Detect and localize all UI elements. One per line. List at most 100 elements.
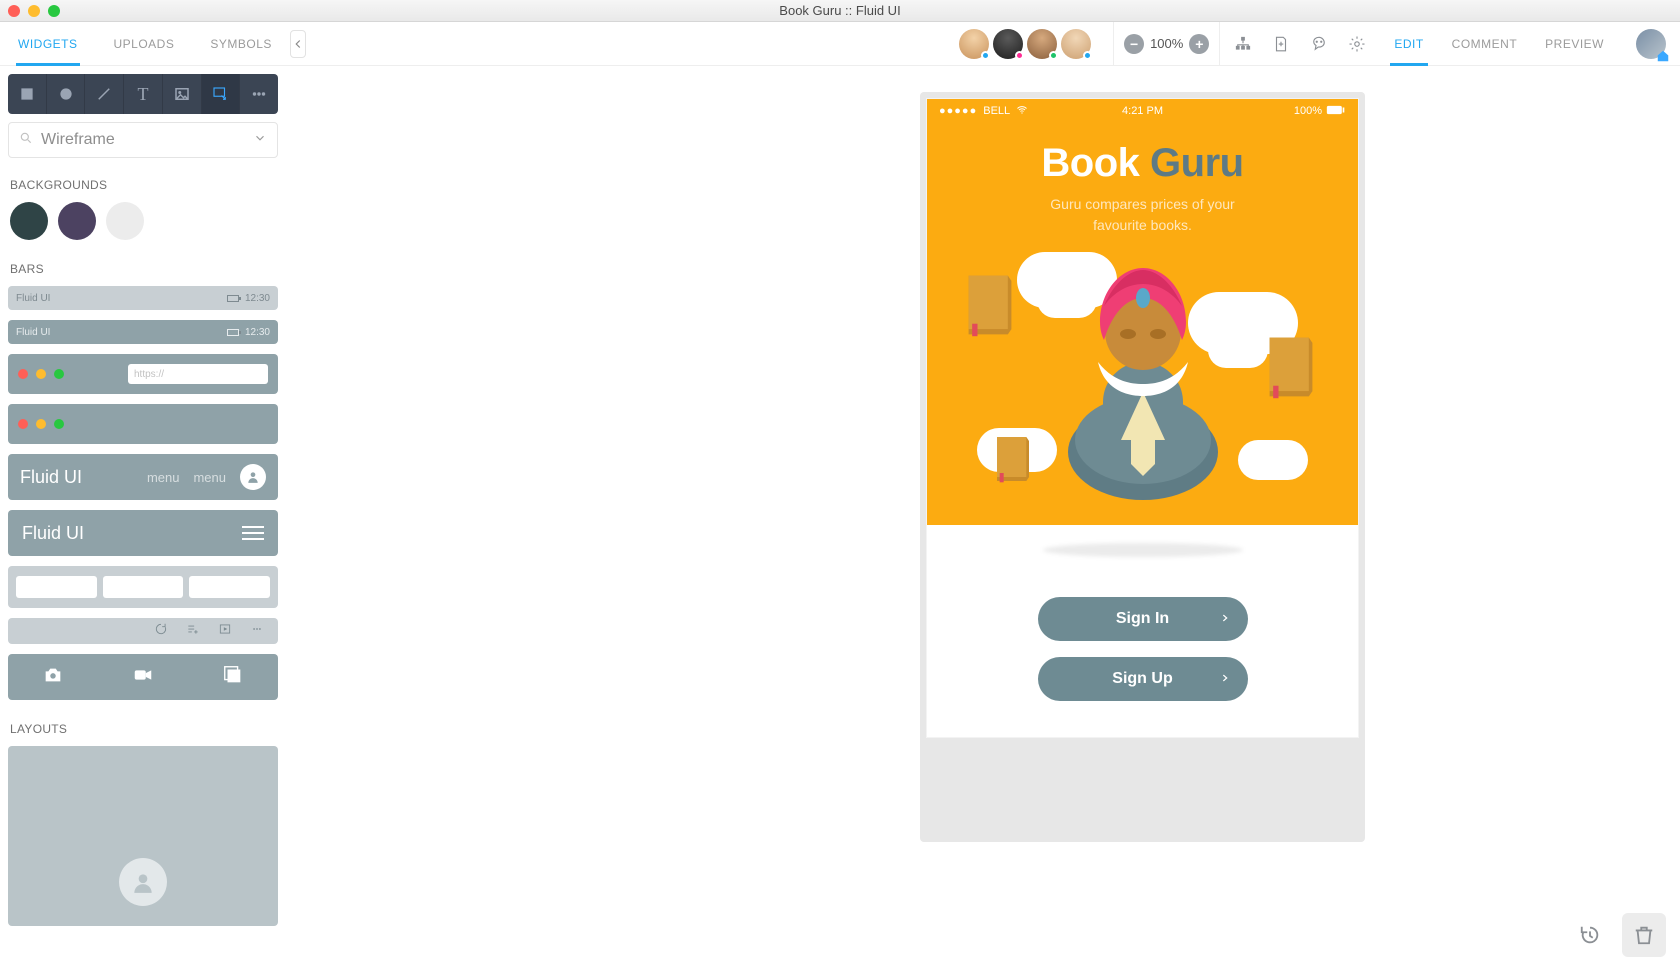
mode-tabs: EDIT COMMENT PREVIEW	[1380, 22, 1618, 65]
mode-comment[interactable]: COMMENT	[1438, 22, 1532, 65]
camera-icon	[42, 664, 64, 691]
collaborator-avatar[interactable]	[959, 29, 989, 59]
screen: ●●●●● BELL 4:21 PM 100% Book Guru Guru c…	[926, 98, 1359, 738]
library-value: Wireframe	[41, 131, 115, 149]
carrier-label: BELL	[983, 105, 1010, 117]
window-close-button[interactable]	[8, 5, 20, 17]
app-tagline: Guru compares prices of yourfavourite bo…	[927, 194, 1358, 236]
swatch-purple[interactable]	[58, 202, 96, 240]
user-icon	[240, 464, 266, 490]
chevron-right-icon	[1220, 610, 1230, 628]
sitemap-button[interactable]	[1228, 29, 1258, 59]
segment	[103, 576, 184, 598]
widget-layout-profile[interactable]	[8, 746, 278, 926]
signal-dots: ●●●●●	[939, 105, 977, 117]
statusbar-time: 12:30	[245, 327, 270, 338]
collaborator-avatar[interactable]	[1027, 29, 1057, 59]
signup-button[interactable]: Sign Up	[1038, 657, 1248, 701]
book-icon	[963, 272, 1017, 338]
book-icon	[993, 434, 1033, 484]
tab-symbols[interactable]: SYMBOLS	[192, 22, 290, 65]
mode-preview[interactable]: PREVIEW	[1531, 22, 1618, 65]
zoom-out-button[interactable]: −	[1124, 34, 1144, 54]
history-button[interactable]	[1568, 913, 1612, 957]
tab-uploads[interactable]: UPLOADS	[96, 22, 193, 65]
hero-panel[interactable]: ●●●●● BELL 4:21 PM 100% Book Guru Guru c…	[927, 99, 1358, 525]
widget-statusbar-light[interactable]: Fluid UI 12:30	[8, 286, 278, 310]
dot-red-icon	[18, 369, 28, 379]
new-page-button[interactable]	[1266, 29, 1296, 59]
section-backgrounds-title: BACKGROUNDS	[10, 178, 276, 192]
statusbar-time: 12:30	[245, 293, 270, 304]
home-icon	[1656, 49, 1670, 63]
more-tools[interactable]	[240, 74, 278, 114]
section-layouts-title: LAYOUTS	[10, 722, 276, 736]
circle-tool[interactable]	[47, 74, 86, 114]
swatch-dark-teal[interactable]	[10, 202, 48, 240]
trash-button[interactable]	[1622, 913, 1666, 957]
window-title: Book Guru :: Fluid UI	[0, 3, 1680, 18]
drop-shadow	[1043, 543, 1243, 557]
ios-statusbar: ●●●●● BELL 4:21 PM 100%	[927, 99, 1358, 123]
shape-tool-row: T	[8, 74, 278, 114]
collaborator-avatar[interactable]	[993, 29, 1023, 59]
app-title: Book Guru	[927, 141, 1358, 186]
address-field: https://	[128, 364, 268, 384]
signin-button[interactable]: Sign In	[1038, 597, 1248, 641]
gallery-icon	[222, 664, 244, 691]
refresh-icon	[154, 622, 168, 641]
widget-menubar[interactable]: Fluid UI menu menu	[8, 454, 278, 500]
dot-green-icon	[54, 419, 64, 429]
statusbar-label: Fluid UI	[16, 327, 50, 338]
collaborator-avatar[interactable]	[1061, 29, 1091, 59]
library-selector[interactable]: Wireframe	[8, 122, 278, 158]
collapse-panel-button[interactable]	[290, 30, 306, 58]
widget-browserbar-addr[interactable]: https://	[8, 354, 278, 394]
window-minimize-button[interactable]	[28, 5, 40, 17]
account-avatar[interactable]	[1636, 29, 1666, 59]
menubar-brand: Fluid UI	[20, 467, 82, 488]
select-tool[interactable]	[202, 74, 241, 114]
widget-mediabar[interactable]	[8, 654, 278, 700]
widget-hamburger-bar[interactable]: Fluid UI	[8, 510, 278, 556]
device-frame[interactable]: ●●●●● BELL 4:21 PM 100% Book Guru Guru c…	[920, 92, 1365, 842]
widget-panel: WIDGETS UPLOADS SYMBOLS T Wireframe BACK…	[0, 22, 286, 971]
swatch-light[interactable]	[106, 202, 144, 240]
signup-label: Sign Up	[1112, 670, 1172, 688]
share-button[interactable]	[1304, 29, 1334, 59]
dot-yellow-icon	[36, 369, 46, 379]
text-tool[interactable]: T	[124, 74, 163, 114]
list-add-icon	[186, 622, 200, 641]
section-bars-title: BARS	[10, 262, 276, 276]
zoom-in-button[interactable]: +	[1189, 34, 1209, 54]
menubar-item: menu	[147, 470, 180, 485]
segment	[16, 576, 97, 598]
widget-browserbar[interactable]	[8, 404, 278, 444]
mode-edit[interactable]: EDIT	[1380, 22, 1437, 65]
collaborator-avatars	[959, 29, 1091, 59]
mac-titlebar: Book Guru :: Fluid UI	[0, 0, 1680, 22]
widget-statusbar-dark[interactable]: Fluid UI 12:30	[8, 320, 278, 344]
wifi-icon	[1016, 104, 1028, 119]
tab-widgets[interactable]: WIDGETS	[0, 22, 96, 65]
app-toolbar: − 100% + EDIT COMMENT PREVIEW	[286, 22, 1680, 66]
guru-icon	[1048, 242, 1238, 502]
hamburger-icon	[242, 526, 264, 540]
chevron-down-icon	[253, 131, 267, 150]
image-tool[interactable]	[163, 74, 202, 114]
widget-iconrow[interactable]	[8, 618, 278, 644]
widget-list[interactable]: BACKGROUNDS BARS Fluid UI 12:30 Fluid UI…	[0, 172, 286, 971]
panel-tabs: WIDGETS UPLOADS SYMBOLS	[0, 22, 286, 66]
design-canvas[interactable]: ●●●●● BELL 4:21 PM 100% Book Guru Guru c…	[286, 66, 1680, 971]
chevron-right-icon	[1220, 670, 1230, 688]
widget-segmented[interactable]	[8, 566, 278, 608]
canvas-tools	[1568, 913, 1666, 957]
battery-icon	[1326, 105, 1346, 118]
zoom-controls: − 100% +	[1113, 22, 1220, 65]
cta-buttons: Sign In Sign Up	[927, 597, 1358, 701]
window-maximize-button[interactable]	[48, 5, 60, 17]
line-tool[interactable]	[85, 74, 124, 114]
profile-placeholder-icon	[119, 858, 167, 906]
settings-button[interactable]	[1342, 29, 1372, 59]
rect-tool[interactable]	[8, 74, 47, 114]
